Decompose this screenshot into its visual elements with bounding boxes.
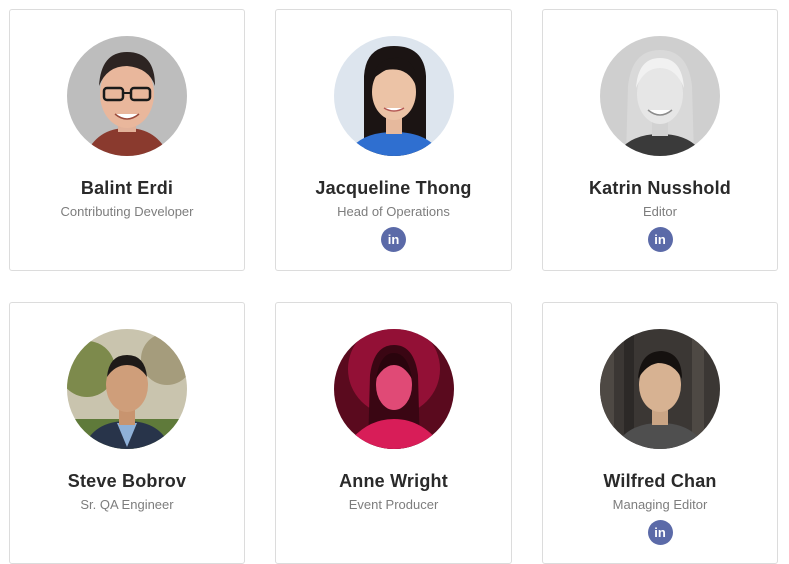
avatar	[67, 329, 187, 449]
member-role: Editor	[643, 204, 677, 219]
team-card-jacqueline-thong: Jacqueline Thong Head of Operations in	[275, 9, 512, 271]
avatar	[67, 36, 187, 156]
member-name: Jacqueline Thong	[315, 178, 472, 198]
linkedin-icon[interactable]: in	[647, 520, 673, 545]
member-role: Managing Editor	[612, 497, 708, 512]
member-name: Wilfred Chan	[603, 471, 717, 491]
avatar	[600, 36, 720, 156]
avatar	[333, 329, 454, 449]
avatar	[600, 329, 720, 449]
member-name: Anne Wright	[339, 471, 448, 491]
avatar	[333, 36, 454, 156]
member-role: Sr. QA Engineer	[80, 497, 174, 512]
team-card-steve-bobrov: Steve Bobrov Sr. QA Engineer	[9, 302, 245, 564]
linkedin-icon[interactable]: in	[381, 227, 406, 252]
team-card-wilfred-chan: Wilfred Chan Managing Editor in	[542, 302, 778, 564]
member-name: Steve Bobrov	[67, 471, 187, 491]
member-role: Head of Operations	[337, 204, 450, 219]
team-card-anne-wright: Anne Wright Event Producer	[275, 302, 512, 564]
member-role: Contributing Developer	[60, 204, 194, 219]
linkedin-icon[interactable]: in	[647, 227, 673, 252]
team-card-balint-erdi: Balint Erdi Contributing Developer	[9, 9, 245, 271]
member-name: Katrin Nusshold	[588, 178, 731, 198]
member-role: Event Producer	[348, 497, 439, 512]
member-name: Balint Erdi	[80, 178, 174, 198]
team-card-katrin-nusshold: Katrin Nusshold Editor in	[542, 9, 778, 271]
